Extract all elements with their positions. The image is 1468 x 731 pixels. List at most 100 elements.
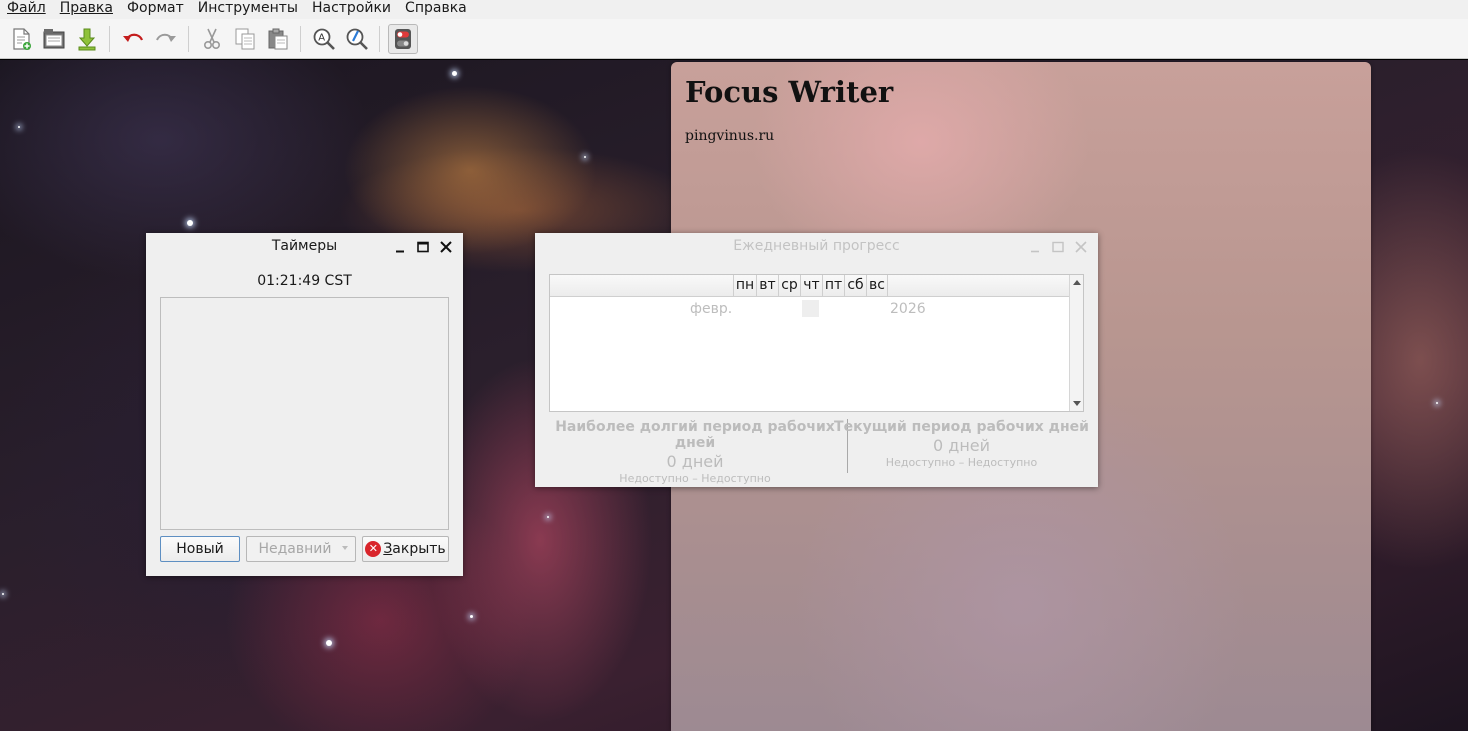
calendar-scrollbar[interactable]	[1069, 275, 1083, 411]
menu-edit-label: Правка	[59, 0, 113, 16]
toolbar-separator	[379, 25, 380, 52]
menu-tools-label: Инструменты	[197, 0, 298, 16]
find-button[interactable]: A	[309, 24, 339, 54]
toolbar-separator	[109, 25, 110, 52]
current-streak-heading: Текущий период рабочих дней	[834, 419, 1089, 435]
weekday-wed: ср	[778, 275, 800, 297]
menu-settings[interactable]: Настройки	[305, 0, 398, 19]
save-button[interactable]	[72, 24, 102, 54]
weekday-sat: сб	[844, 275, 866, 297]
minimize-icon	[1031, 250, 1039, 253]
current-streak-panel: Текущий период рабочих дней 0 дней Недос…	[825, 419, 1098, 469]
menu-help-label: Справка	[405, 0, 467, 16]
maximize-button[interactable]	[415, 239, 431, 255]
toolbar-separator	[188, 25, 189, 52]
minimize-button[interactable]	[1027, 239, 1043, 255]
current-time-label: 01:21:49 CST	[257, 273, 352, 289]
svg-text:A: A	[318, 32, 325, 43]
toolbar-separator	[300, 25, 301, 52]
document-body-text: pingvinus.ru	[685, 128, 775, 144]
star	[187, 220, 193, 226]
weekday-fri: пт	[822, 275, 844, 297]
star	[547, 516, 549, 518]
scroll-down-icon[interactable]	[1073, 401, 1081, 406]
open-button[interactable]	[39, 24, 69, 54]
close-icon	[440, 241, 452, 253]
new-timer-button[interactable]: Новый	[160, 536, 240, 562]
close-icon	[1075, 241, 1087, 253]
undo-icon	[122, 33, 143, 42]
document-heading: Focus Writer	[685, 75, 894, 109]
longest-streak-heading: Наиболее долгий период рабочих дней	[555, 419, 835, 451]
menu-edit[interactable]: Правка	[53, 0, 120, 19]
dropdown-arrow-icon	[342, 546, 348, 550]
new-timer-label: Новый	[176, 541, 224, 557]
open-folder-icon	[43, 28, 64, 48]
maximize-icon	[1052, 241, 1064, 253]
progress-calendar[interactable]: пн вт ср чт пт сб вс февр. 2026	[549, 274, 1084, 412]
close-timers-button[interactable]: ✕ Закрыть	[362, 536, 449, 562]
maximize-icon	[417, 241, 429, 253]
redo-icon	[155, 33, 176, 42]
menu-settings-label: Настройки	[311, 0, 392, 16]
longest-streak-panel: Наиболее долгий период рабочих дней 0 дн…	[549, 419, 841, 485]
menu-tools[interactable]: Инструменты	[191, 0, 305, 19]
daily-progress-dialog: Ежедневный прогресс пн вт ср чт пт сб вс…	[535, 233, 1098, 487]
close-label-mnemonic: З	[383, 541, 393, 557]
calendar-header: пн вт ср чт пт сб вс	[550, 275, 1070, 297]
calendar-year-label: 2026	[890, 301, 926, 317]
new-document-button[interactable]	[6, 24, 36, 54]
close-circle-icon: ✕	[365, 541, 382, 557]
cut-button[interactable]	[197, 24, 227, 54]
toolbar: A	[0, 19, 1468, 59]
recent-timers-dropdown[interactable]: Недавний	[246, 536, 356, 562]
menu-format-label: Формат	[126, 0, 184, 16]
calendar-day-cell[interactable]	[802, 300, 819, 317]
cut-icon	[203, 28, 220, 49]
replace-button[interactable]	[342, 24, 372, 54]
paste-button[interactable]	[263, 24, 293, 54]
menu-file[interactable]: Файл	[0, 0, 53, 19]
timers-list[interactable]	[160, 297, 449, 530]
weekday-mon: пн	[733, 275, 756, 297]
close-window-button[interactable]	[438, 239, 454, 255]
longest-streak-range: Недоступно – Недоступно	[619, 472, 771, 485]
redo-button[interactable]	[151, 24, 181, 54]
star	[326, 640, 332, 646]
menu-help[interactable]: Справка	[398, 0, 474, 19]
star	[18, 126, 20, 128]
star	[584, 156, 586, 158]
menu-file-label: Файл	[7, 0, 46, 16]
minimize-icon	[396, 250, 404, 253]
current-streak-value: 0 дней	[932, 436, 991, 455]
paste-icon	[268, 28, 287, 49]
undo-button[interactable]	[118, 24, 148, 54]
maximize-button[interactable]	[1050, 239, 1066, 255]
new-document-icon	[12, 27, 31, 50]
replace-icon	[346, 28, 368, 50]
recent-timers-label: Недавний	[258, 541, 332, 557]
find-icon: A	[313, 28, 335, 50]
minimize-button[interactable]	[392, 239, 408, 255]
longest-streak-value: 0 дней	[666, 452, 724, 471]
close-window-button[interactable]	[1073, 239, 1089, 255]
save-icon	[78, 28, 95, 50]
star	[2, 593, 4, 595]
toggle-focus-icon	[394, 28, 411, 49]
copy-button[interactable]	[230, 24, 260, 54]
menu-bar: Файл Правка Формат Инструменты Настройки…	[0, 0, 1468, 19]
star	[470, 615, 473, 618]
current-streak-range: Недоступно – Недоступно	[885, 456, 1038, 469]
focus-mode-toggle[interactable]	[387, 23, 418, 54]
star	[452, 71, 457, 76]
weekday-thu: чт	[800, 275, 822, 297]
weekday-sun: вс	[866, 275, 888, 297]
timers-dialog: Таймеры 01:21:49 CST Новый Недавний ✕ Зак…	[146, 233, 463, 576]
close-label-rest: акрыть	[392, 541, 446, 557]
weekday-tue: вт	[756, 275, 778, 297]
daily-progress-title: Ежедневный прогресс	[733, 238, 900, 254]
calendar-month-label: февр.	[690, 301, 733, 317]
menu-format[interactable]: Формат	[120, 0, 191, 19]
star	[1436, 402, 1438, 404]
scroll-up-icon[interactable]	[1073, 280, 1081, 285]
